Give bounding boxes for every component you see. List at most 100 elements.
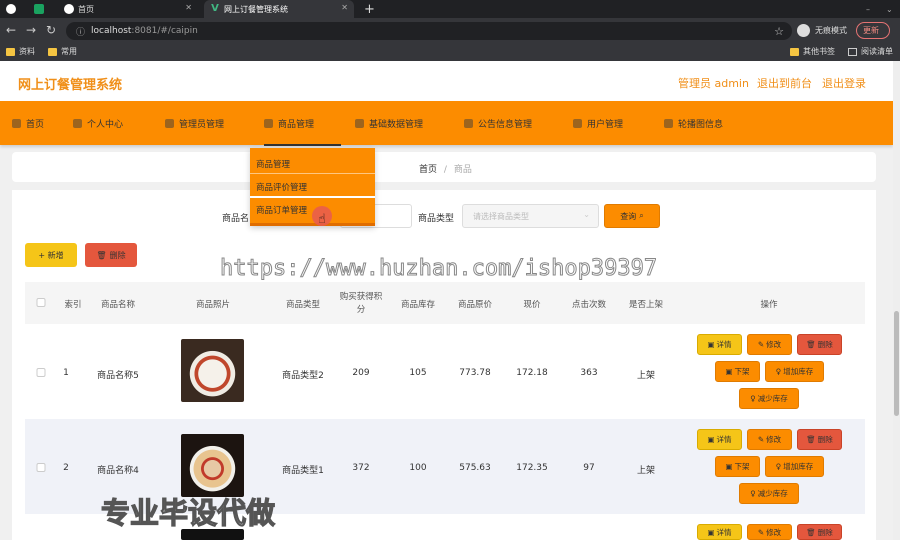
edit-icon: ✎ bbox=[757, 435, 765, 444]
detail-button[interactable]: ▣ 详情 bbox=[697, 334, 742, 355]
cell-type: 商品类型1 bbox=[282, 466, 324, 476]
op-label: 修改 bbox=[766, 435, 782, 444]
close-icon[interactable]: ✕ bbox=[341, 3, 348, 12]
users-icon bbox=[573, 119, 582, 128]
add-button[interactable]: + 新增 bbox=[25, 243, 77, 267]
bulb-icon: ♀ bbox=[750, 489, 756, 498]
detail-button[interactable]: ▣ 详情 bbox=[697, 429, 742, 450]
reduce-stock-button[interactable]: ♀ 减少库存 bbox=[739, 483, 799, 504]
off-icon: ▣ bbox=[725, 367, 733, 376]
chevron-down-icon: ⌄ bbox=[583, 210, 590, 219]
logout-link[interactable]: 退出登录 bbox=[822, 75, 866, 91]
off-shelf-button[interactable]: ▣ 下架 bbox=[715, 456, 760, 477]
delete-button[interactable]: 🗑 删除 bbox=[797, 429, 842, 450]
cell-index: 1 bbox=[63, 368, 69, 378]
carousel-icon bbox=[664, 119, 673, 128]
op-label: 详情 bbox=[716, 527, 732, 537]
scrollbar-thumb[interactable] bbox=[894, 311, 899, 416]
op-label: 减少库存 bbox=[757, 489, 788, 498]
bookmarks-bar: 资料 常用 其他书签 阅读清单 bbox=[0, 44, 900, 61]
edit-button[interactable]: ✎ 修改 bbox=[747, 429, 792, 450]
add-stock-button[interactable]: ♀ 增加库存 bbox=[765, 456, 824, 477]
type-label: 商品类型 bbox=[418, 214, 455, 224]
table-header: 索引 商品名称 商品照片 商品类型 购买获得积分 商品库存 商品原价 现价 点击… bbox=[25, 282, 865, 324]
tab-title: 网上订餐管理系统 bbox=[224, 4, 288, 14]
page-scrollbar[interactable] bbox=[893, 61, 900, 540]
submenu-item-orders[interactable]: 商品订单管理 bbox=[256, 204, 307, 216]
detail-button[interactable]: ▣ 详情 bbox=[697, 524, 742, 540]
star-icon[interactable]: ☆ bbox=[774, 25, 784, 38]
th-index: 索引 bbox=[64, 300, 82, 310]
bookmark-folder[interactable]: 常用 bbox=[48, 46, 77, 57]
cell-points: 209 bbox=[352, 368, 370, 378]
url-watermark: https://www.huzhan.com/ishop39397 bbox=[219, 256, 658, 282]
close-icon[interactable]: ✕ bbox=[185, 3, 192, 12]
op-label: 下架 bbox=[734, 367, 750, 376]
back-to-front-link[interactable]: 退出到前台 bbox=[757, 75, 812, 91]
bookmark-folder[interactable]: 资料 bbox=[6, 46, 35, 57]
menu-item-notice[interactable]: 公告信息管理 bbox=[464, 117, 532, 130]
edit-button[interactable]: ✎ 修改 bbox=[747, 334, 792, 355]
reading-list-label: 阅读清单 bbox=[861, 47, 893, 56]
query-button[interactable]: 查询 ⌕ bbox=[604, 204, 660, 228]
delete-button[interactable]: 🗑 删除 bbox=[797, 524, 842, 540]
reading-list[interactable]: 阅读清单 bbox=[848, 46, 893, 57]
off-shelf-button[interactable]: ▣ 下架 bbox=[715, 361, 760, 382]
cell-onsale: 上架 bbox=[636, 371, 656, 381]
menu-item-carousel[interactable]: 轮播图信息 bbox=[664, 117, 723, 130]
url-input[interactable]: ⓘ localhost :8081/#/caipin ☆ bbox=[66, 22, 792, 40]
forward-icon[interactable]: → bbox=[26, 23, 36, 37]
browser-tab-active[interactable]: V 网上订餐管理系统 ✕ bbox=[204, 0, 354, 18]
op-label: 增加库存 bbox=[783, 462, 814, 471]
th-orig-price: 商品原价 bbox=[457, 300, 493, 310]
menu-label: 个人中心 bbox=[87, 120, 124, 130]
cell-points: 372 bbox=[352, 463, 370, 473]
bulb-icon: ♀ bbox=[775, 367, 782, 376]
menu-item-basedata[interactable]: 基础数据管理 bbox=[355, 117, 423, 130]
cell-price: 172.18 bbox=[516, 368, 548, 378]
new-tab-button[interactable]: + bbox=[358, 0, 378, 18]
delete-button[interactable]: 🗑 删除 bbox=[797, 334, 842, 355]
th-type: 商品类型 bbox=[285, 300, 321, 310]
submenu-item-goods[interactable]: 商品管理 bbox=[256, 158, 290, 170]
op-label: 修改 bbox=[766, 527, 782, 537]
menu-item-goods[interactable]: 商品管理 bbox=[264, 117, 341, 146]
edit-button[interactable]: ✎ 修改 bbox=[747, 524, 792, 540]
cell-orig-price: 575.63 bbox=[459, 463, 491, 473]
update-button[interactable]: 更新 bbox=[856, 22, 890, 39]
row-checkbox[interactable] bbox=[36, 463, 46, 472]
browser-tab-1[interactable] bbox=[0, 0, 24, 18]
reduce-stock-button[interactable]: ♀ 减少库存 bbox=[739, 388, 799, 409]
row-checkbox[interactable] bbox=[36, 368, 46, 377]
menu-item-home[interactable]: 首页 bbox=[12, 117, 44, 130]
address-bar: ← → ↻ ⓘ localhost :8081/#/caipin ☆ 无痕模式 … bbox=[0, 18, 900, 44]
food-photo bbox=[181, 339, 244, 402]
cell-name: 商品名称5 bbox=[97, 371, 139, 381]
menu-item-users[interactable]: 用户管理 bbox=[573, 117, 623, 130]
app-header: 网上订餐管理系统 管理员 admin 退出到前台 退出登录 bbox=[0, 61, 900, 101]
th-photo: 商品照片 bbox=[195, 300, 231, 310]
edit-icon: ✎ bbox=[757, 340, 765, 349]
type-select[interactable]: 请选择商品类型 ⌄ bbox=[462, 204, 599, 228]
info-icon: ⓘ bbox=[76, 27, 86, 38]
add-stock-button[interactable]: ♀ 增加库存 bbox=[765, 361, 824, 382]
menu-item-profile[interactable]: 个人中心 bbox=[73, 117, 123, 130]
cell-clicks: 97 bbox=[583, 463, 595, 473]
top-menu: 首页 个人中心 管理员管理 商品管理 基础数据管理 公告信息管理 用户管理 轮播… bbox=[0, 101, 893, 146]
op-label: 减少库存 bbox=[757, 394, 788, 403]
reload-icon[interactable]: ↻ bbox=[46, 23, 56, 37]
batch-delete-button[interactable]: 🗑 删除 bbox=[85, 243, 137, 267]
breadcrumb-home[interactable]: 首页 bbox=[419, 165, 437, 175]
bookmark-folder[interactable]: 其他书签 bbox=[790, 46, 835, 57]
back-icon[interactable]: ← bbox=[6, 23, 16, 37]
th-price: 现价 bbox=[523, 300, 541, 310]
minimize-icon[interactable]: – bbox=[860, 0, 874, 18]
chevron-down-icon[interactable]: ⌄ bbox=[880, 0, 894, 18]
menu-item-admin[interactable]: 管理员管理 bbox=[165, 117, 224, 130]
cell-index: 2 bbox=[63, 463, 69, 473]
browser-tab-2[interactable] bbox=[28, 0, 54, 18]
goods-icon bbox=[264, 119, 273, 128]
submenu-item-reviews[interactable]: 商品评价管理 bbox=[256, 181, 307, 193]
browser-tab-home[interactable]: 首页 ✕ bbox=[58, 0, 198, 18]
select-all-checkbox[interactable] bbox=[36, 298, 46, 307]
